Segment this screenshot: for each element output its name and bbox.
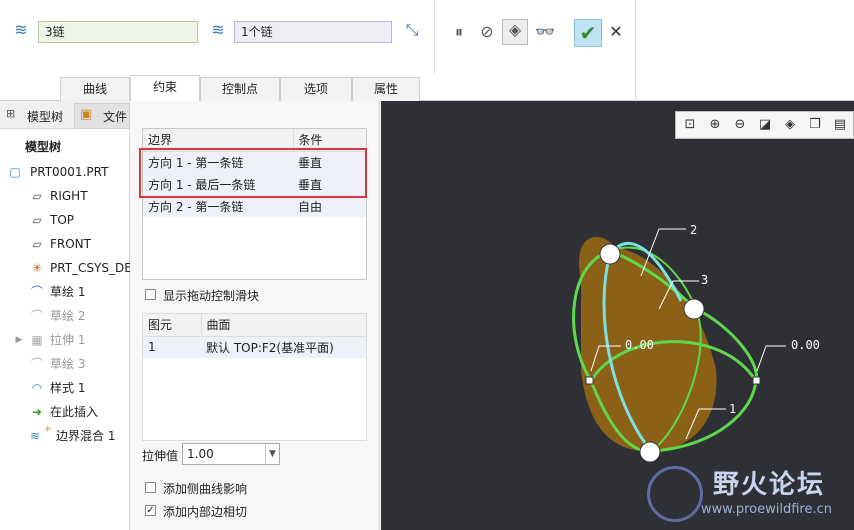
tree-item-boundary-blend[interactable]: ≋ ✳ 边界混合 1 xyxy=(0,424,130,448)
handle-left-square xyxy=(585,376,594,385)
style-icon: ◠ xyxy=(31,381,43,395)
col-header-element: 图元 xyxy=(143,314,202,336)
folder-icon: ▣ xyxy=(80,107,93,122)
label-3: 3 xyxy=(701,273,708,287)
stretch-label: 拉伸值 xyxy=(142,449,179,463)
leader-right-dim xyxy=(756,345,786,372)
tree-header: 模型树 xyxy=(25,140,62,154)
tab-options[interactable]: 选项 xyxy=(280,77,352,101)
chain-direction1-icon[interactable]: ≋ xyxy=(10,20,32,40)
tab-curves[interactable]: 曲线 xyxy=(60,77,130,101)
extrude-icon: ▦ xyxy=(31,333,43,347)
tree-item-extrude1[interactable]: ▶ ▦ 拉伸 1 xyxy=(0,328,130,352)
add-side-curve-checkbox[interactable] xyxy=(145,482,156,493)
part-icon: ▢ xyxy=(9,165,21,179)
tab-properties[interactable]: 属性 xyxy=(352,77,420,101)
dim-right: 0.00 xyxy=(791,338,820,352)
highlight-box xyxy=(139,148,367,198)
preview-geometry-button[interactable]: ◈ xyxy=(502,19,528,45)
swap-direction-icon[interactable]: ⤡ xyxy=(400,20,424,40)
datum-plane-icon: ▱ xyxy=(32,237,42,251)
stretch-value[interactable]: 1.00 xyxy=(187,447,214,461)
boundary-blend-icon: ≋ xyxy=(29,429,41,443)
tree-item-sketch2[interactable]: ⌒ 草绘 2 xyxy=(0,304,130,328)
tree-item-top[interactable]: ▱ TOP xyxy=(0,208,130,232)
tab-constraints[interactable]: 约束 xyxy=(130,75,200,101)
arrow-right-icon: ➜ xyxy=(31,405,43,419)
no-preview-button[interactable]: ⊘ xyxy=(476,22,498,42)
show-drag-label: 显示拖动控制滑块 xyxy=(163,289,260,303)
verify-glasses-button[interactable]: 👓 xyxy=(533,22,557,42)
add-inner-edge-label: 添加内部边相切 xyxy=(163,505,248,519)
sketch-icon: ⌒ xyxy=(30,285,43,299)
sketch-icon: ⌒ xyxy=(30,309,43,323)
constraints-panel: 边界 条件 方向 1 - 第一条链 垂直 方向 1 - 最后一条链 垂直 方向 … xyxy=(130,101,380,530)
tree-item-csys[interactable]: ✳ PRT_CSYS_DEF xyxy=(0,256,130,280)
tab-model-tree[interactable]: 模型树 xyxy=(27,108,63,125)
col-header-surface: 曲面 xyxy=(206,318,231,333)
watermark-url: www.proewildfire.cn xyxy=(701,502,832,517)
watermark-title: 野火论坛 xyxy=(713,470,826,500)
sketch-icon: ⌒ xyxy=(30,357,43,371)
tree-item-sketch1[interactable]: ⌒ 草绘 1 xyxy=(0,280,130,304)
show-drag-checkbox[interactable] xyxy=(145,289,156,300)
dim-left: 0.00 xyxy=(625,338,654,352)
datum-plane-icon: ▱ xyxy=(32,189,42,203)
tree-item-front[interactable]: ▱ FRONT xyxy=(0,232,130,256)
surface-table: 图元 曲面 1 默认 TOP:F2(基准平面) xyxy=(142,313,367,441)
model-tree-icon: ⊞ xyxy=(6,107,16,120)
graphics-viewport[interactable]: ⊡ ⊕ ⊖ ◪ ◈ ❒ ▤ 2 3 1 0.00 0.00 野火论坛 www.p… xyxy=(381,101,854,530)
surface-row-element[interactable]: 1 xyxy=(143,336,201,358)
add-side-curve-label: 添加侧曲线影响 xyxy=(163,482,248,496)
tree-item-style1[interactable]: ◠ 样式 1 xyxy=(0,376,130,400)
feature-dashboard: ≋ 3链 ≋ 1个链 ⤡ ⏸ ⊘ ◈ 👓 ✔ ✕ 曲线 约束 控制点 选项 属性 xyxy=(0,0,854,101)
label-2: 2 xyxy=(690,223,697,237)
direction2-chain-field[interactable]: 1个链 xyxy=(234,21,392,43)
expand-arrow-icon[interactable]: ▶ xyxy=(10,328,28,352)
cancel-button[interactable]: ✕ xyxy=(605,22,627,42)
tab-file[interactable]: 文件 xyxy=(103,108,127,125)
tab-control-points[interactable]: 控制点 xyxy=(200,77,280,101)
ok-button[interactable]: ✔ xyxy=(574,19,602,47)
direction1-chain-field[interactable]: 3链 xyxy=(38,21,198,43)
constraint-row-boundary[interactable]: 方向 2 - 第一条链 xyxy=(143,195,293,217)
chevron-down-icon[interactable]: ▼ xyxy=(265,444,279,464)
constraint-row-condition[interactable]: 自由 xyxy=(293,195,366,217)
pause-button[interactable]: ⏸ xyxy=(448,22,470,42)
new-feature-star-icon: ✳ xyxy=(44,425,52,435)
stretch-value-dropdown[interactable]: 1.00 ▼ xyxy=(182,443,280,465)
datum-plane-icon: ▱ xyxy=(32,213,42,227)
tree-item-insert-here[interactable]: ➜ 在此插入 xyxy=(0,400,130,424)
toolbar-separator-right xyxy=(635,0,636,101)
surface-row-surface[interactable]: 默认 TOP:F2(基准平面) xyxy=(201,336,366,358)
add-inner-edge-checkbox[interactable]: ✓ xyxy=(145,505,156,516)
handle-bottom xyxy=(639,441,661,463)
handle-middle xyxy=(683,298,705,320)
csys-icon: ✳ xyxy=(31,261,43,275)
watermark: 野火论坛 www.proewildfire.cn xyxy=(643,462,854,530)
tree-item-right[interactable]: ▱ RIGHT xyxy=(0,184,130,208)
model-tree-panel: ⊞ 模型树 ▣ 文件 模型树 ▢ PRT0001.PRT ▱ RIGHT ▱ TOP … xyxy=(0,101,130,530)
tree-item-sketch3[interactable]: ⌒ 草绘 3 xyxy=(0,352,130,376)
toolbar-separator xyxy=(434,0,435,74)
watermark-logo-icon xyxy=(647,466,703,522)
handle-top xyxy=(599,243,621,265)
label-1: 1 xyxy=(729,402,736,416)
handle-right-square xyxy=(752,376,761,385)
chain-direction2-icon[interactable]: ≋ xyxy=(206,20,230,40)
tree-item-part[interactable]: ▢ PRT0001.PRT xyxy=(0,160,130,184)
